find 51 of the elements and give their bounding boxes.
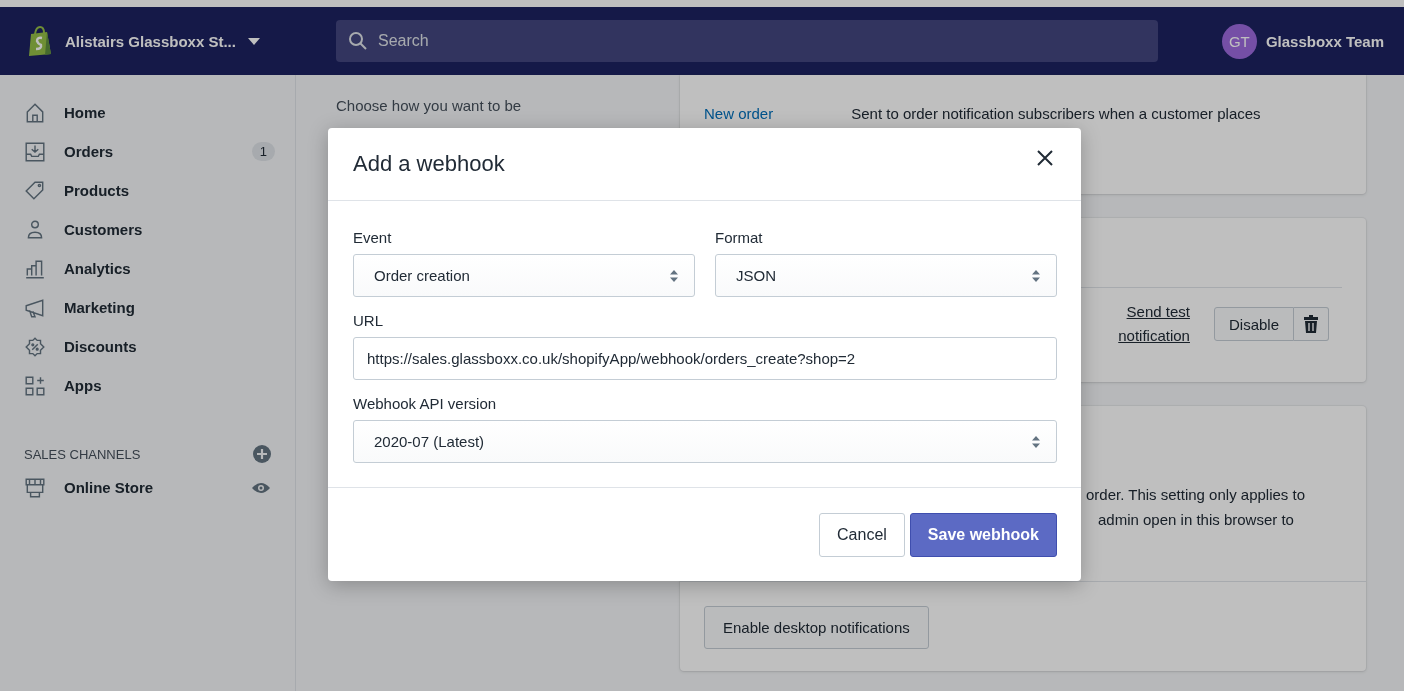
tag-icon — [24, 179, 46, 202]
select-field[interactable]: 2020-07 (Latest) — [353, 420, 1057, 463]
new-order-link[interactable]: New order — [704, 105, 774, 122]
count-badge: 1 — [251, 142, 275, 161]
enable-notifications-button[interactable]: Enable desktop notifications — [704, 606, 929, 649]
intro-text: Choose how you want to be — [336, 97, 523, 114]
nav-item[interactable]: Customers — [64, 221, 143, 238]
field-label: Webhook API version — [353, 395, 498, 412]
add-icon[interactable] — [253, 445, 271, 463]
store-name[interactable]: Alistairs Glassboxx St... — [65, 32, 236, 50]
user-name[interactable]: Glassboxx Team — [1265, 32, 1384, 50]
caret-down-icon[interactable] — [247, 37, 260, 45]
nav-item[interactable]: Apps — [64, 377, 102, 394]
storefront-icon — [24, 476, 46, 499]
disable-button[interactable]: Disable — [1213, 307, 1294, 341]
search-icon — [348, 31, 368, 51]
nav-item[interactable]: Orders — [64, 143, 114, 160]
field-label: Event — [353, 229, 393, 246]
select-arrows-icon — [1032, 269, 1040, 282]
nav-item[interactable]: Discounts — [64, 338, 137, 355]
setting-text: admin open in this browser to — [1097, 510, 1295, 530]
delete-button[interactable] — [1294, 307, 1329, 341]
search-field[interactable]: Search — [336, 20, 1158, 62]
apps-icon — [24, 374, 46, 397]
eye-icon[interactable] — [251, 480, 271, 495]
select-arrows-icon — [1032, 435, 1040, 448]
cancel-button[interactable]: Cancel — [819, 513, 905, 557]
section-heading: SALES CHANNELS — [24, 446, 141, 462]
discount-icon — [24, 335, 46, 358]
notification-description: Sent to order notification subscribers when a customer places — [851, 105, 1261, 122]
field-label: URL — [353, 312, 384, 329]
nav-item[interactable]: Marketing — [64, 299, 135, 316]
select-field[interactable]: JSON — [715, 254, 1057, 297]
url-input[interactable]: https://sales.glassboxx.co.uk/shopifyApp/webhook/orders_create?shop=2 — [353, 337, 1057, 380]
field-label: Format — [715, 229, 764, 246]
nav-item[interactable]: Products — [64, 182, 129, 199]
send-test-link[interactable]: Send test notification — [1099, 300, 1190, 348]
select-arrows-icon — [670, 269, 678, 282]
nav-item[interactable]: Analytics — [64, 260, 131, 277]
dialog-title: Add a webhook — [353, 151, 505, 177]
close-icon — [1037, 150, 1053, 166]
nav-item[interactable]: Online Store — [64, 479, 154, 496]
shopping-bag-logo — [27, 26, 53, 56]
inbox-icon — [24, 140, 46, 163]
home-icon — [24, 101, 46, 124]
setting-text: order. This setting only applies to — [1086, 485, 1307, 505]
select-field[interactable]: Order creation — [353, 254, 695, 297]
search-placeholder: Search — [378, 32, 429, 50]
save-button[interactable]: Save webhook — [909, 513, 1057, 557]
trash-icon — [1303, 315, 1319, 333]
nav-item[interactable]: Home — [64, 104, 106, 121]
